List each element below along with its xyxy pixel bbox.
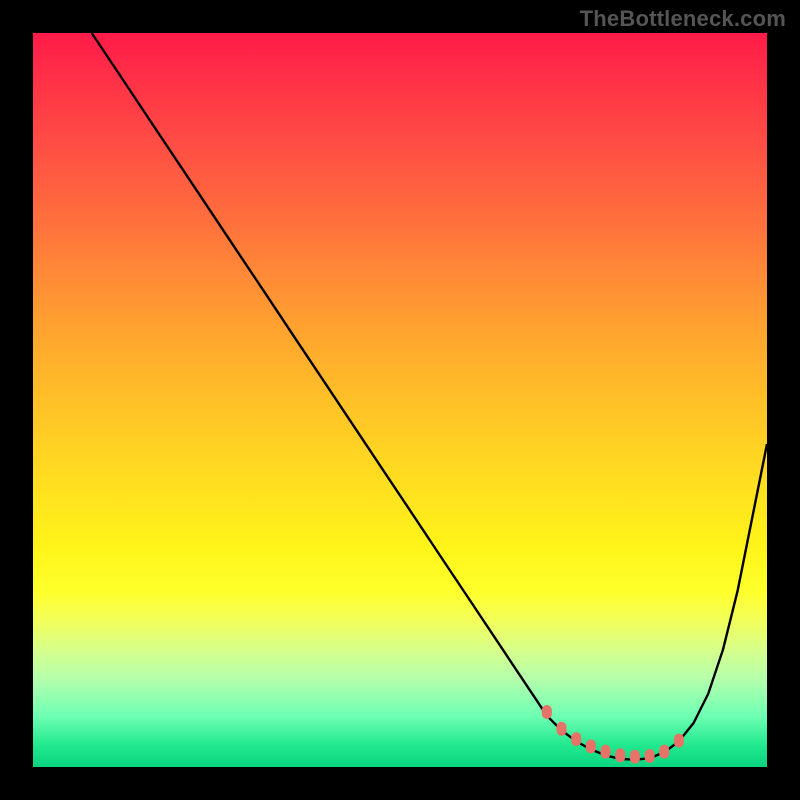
- optimal-marker: [557, 722, 567, 736]
- optimal-marker: [630, 750, 640, 764]
- optimal-marker-group: [542, 705, 684, 764]
- optimal-marker: [645, 749, 655, 763]
- optimal-marker: [615, 748, 625, 762]
- optimal-marker: [674, 734, 684, 748]
- watermark-text: TheBottleneck.com: [580, 6, 786, 32]
- bottleneck-curve: [92, 33, 767, 760]
- chart-frame: TheBottleneck.com: [0, 0, 800, 800]
- plot-area: [33, 33, 767, 767]
- optimal-marker: [601, 745, 611, 759]
- optimal-marker: [542, 705, 552, 719]
- optimal-marker: [659, 745, 669, 759]
- optimal-marker: [586, 739, 596, 753]
- optimal-marker: [571, 732, 581, 746]
- curve-layer: [33, 33, 767, 767]
